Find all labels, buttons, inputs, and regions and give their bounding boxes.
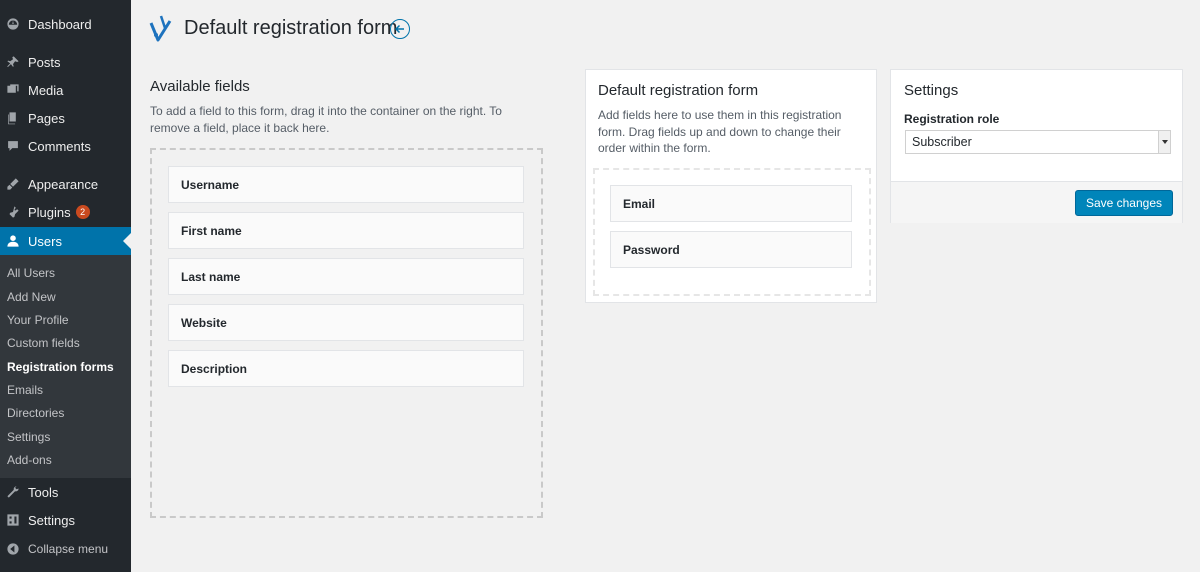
submenu-item-custom-fields[interactable]: Custom fields <box>7 336 80 350</box>
submenu-item-your-profile[interactable]: Your Profile <box>7 313 69 327</box>
settings-footer: Save changes <box>891 181 1182 223</box>
submenu-item-settings[interactable]: Settings <box>7 430 50 444</box>
plugin-logo <box>148 13 172 43</box>
sidebar-item-label: Appearance <box>28 176 99 192</box>
field-username[interactable]: Username <box>168 166 524 203</box>
media-icon <box>6 83 20 97</box>
sidebar-item-dashboard[interactable]: Dashboard <box>0 10 131 38</box>
sidebar-item-label: Dashboard <box>28 16 92 32</box>
sidebar-item-label: Pages <box>28 110 65 126</box>
settings-panel: Settings Registration role Subscriber Sa… <box>890 69 1183 223</box>
appearance-icon <box>6 177 20 191</box>
field-last-name[interactable]: Last name <box>168 258 524 295</box>
plugins-icon <box>6 205 20 219</box>
submenu-item-emails[interactable]: Emails <box>7 383 43 397</box>
sidebar-item-users[interactable]: Users <box>0 227 131 255</box>
submenu-item-add-ons[interactable]: Add-ons <box>7 453 52 467</box>
settings-title: Settings <box>904 82 959 99</box>
pages-icon <box>6 111 20 125</box>
submenu-item-add-new[interactable]: Add New <box>7 290 56 304</box>
sidebar-item-plugins[interactable]: Plugins 2 <box>0 198 131 226</box>
collapse-label: Collapse menu <box>28 542 109 556</box>
admin-sidebar: Dashboard Posts Media Pages Comments App… <box>0 0 131 572</box>
page-title: Default registration form <box>184 17 398 39</box>
plugins-update-badge: 2 <box>75 205 90 219</box>
sidebar-item-pages[interactable]: Pages <box>0 104 131 132</box>
sidebar-item-tools[interactable]: Tools <box>0 478 131 506</box>
available-fields-description: To add a field to this form, drag it int… <box>150 104 502 135</box>
form-field-password[interactable]: Password <box>610 231 852 268</box>
registration-role-label: Registration role <box>904 112 1000 126</box>
collapse-menu-button[interactable]: Collapse menu <box>0 535 131 563</box>
field-website[interactable]: Website <box>168 304 524 341</box>
back-button[interactable] <box>390 19 410 39</box>
registration-role-value: Subscriber <box>912 135 972 149</box>
sidebar-item-media[interactable]: Media <box>0 76 131 104</box>
users-icon <box>6 234 20 248</box>
wrench-icon <box>6 485 20 499</box>
sidebar-item-label: Comments <box>28 138 91 154</box>
field-first-name[interactable]: First name <box>168 212 524 249</box>
sidebar-item-label: Users <box>28 233 62 249</box>
sidebar-item-appearance[interactable]: Appearance <box>0 170 131 198</box>
pin-icon <box>6 55 20 69</box>
users-submenu: All Users Add New Your Profile Custom fi… <box>0 255 131 478</box>
registration-role-select[interactable]: Subscriber <box>905 130 1171 154</box>
settings-icon <box>6 513 20 527</box>
sidebar-item-settings[interactable]: Settings <box>0 506 131 534</box>
sidebar-item-label: Plugins <box>28 204 71 220</box>
dashboard-icon <box>6 17 20 31</box>
save-changes-button[interactable]: Save changes <box>1074 190 1173 216</box>
field-description[interactable]: Description <box>168 350 524 387</box>
sidebar-item-comments[interactable]: Comments <box>0 132 131 160</box>
collapse-icon <box>6 542 20 556</box>
sidebar-item-label: Media <box>28 82 64 98</box>
form-panel-description: Add fields here to use them in this regi… <box>598 108 842 155</box>
sidebar-item-label: Settings <box>28 512 75 528</box>
chevron-down-icon <box>1158 131 1170 153</box>
submenu-item-all-users[interactable]: All Users <box>7 266 55 280</box>
sidebar-item-label: Posts <box>28 54 61 70</box>
form-panel-title: Default registration form <box>598 82 759 99</box>
submenu-item-directories[interactable]: Directories <box>7 406 64 420</box>
sidebar-item-label: Tools <box>28 484 59 500</box>
form-field-email[interactable]: Email <box>610 185 852 222</box>
submenu-item-registration-forms[interactable]: Registration forms <box>7 360 114 374</box>
comments-icon <box>6 139 20 153</box>
available-fields-title: Available fields <box>150 78 250 95</box>
arrow-left-icon <box>394 24 404 34</box>
sidebar-item-posts[interactable]: Posts <box>0 48 131 76</box>
